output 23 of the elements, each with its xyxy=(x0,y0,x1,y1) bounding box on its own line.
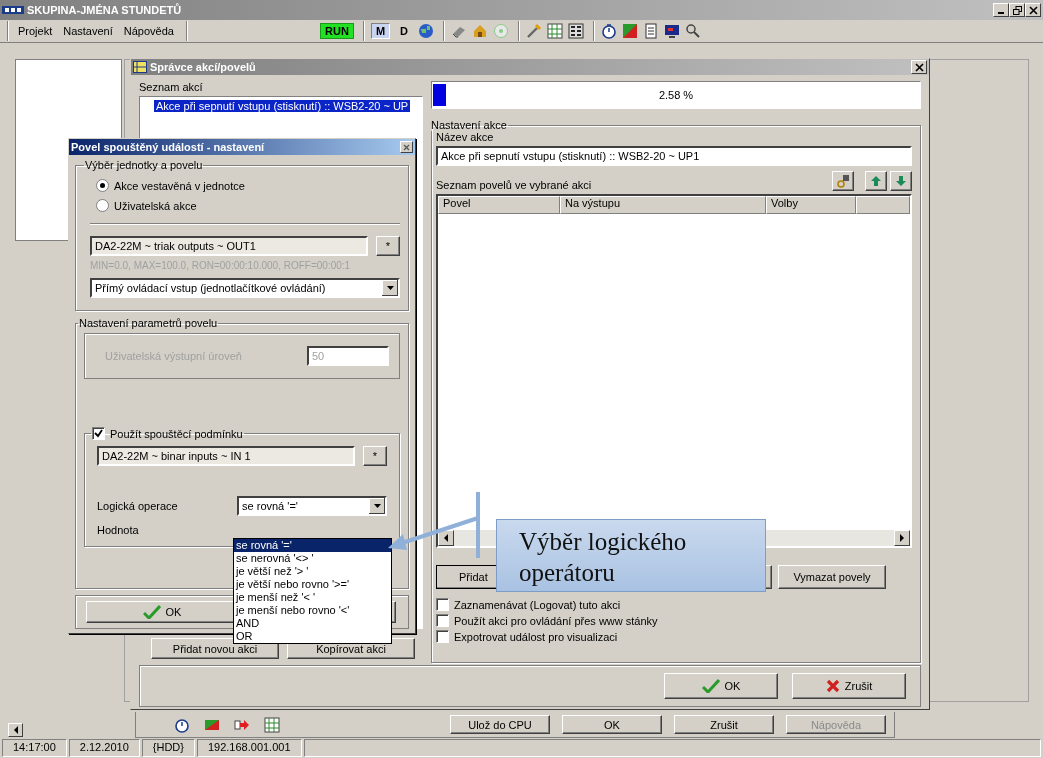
name-label: Název akce xyxy=(436,131,495,143)
manager-title: Správce akcí/povelů xyxy=(150,61,256,73)
value-label: Hodnota xyxy=(97,524,140,536)
checkbox-label: Použít akci pro ovládání přes www stánky xyxy=(454,614,658,627)
group-label: Nastavení akce xyxy=(430,119,508,131)
checkbox-label: Expotrovat událost pro visualizaci xyxy=(454,630,618,643)
status-cell: 192.168.001.001 xyxy=(196,739,302,757)
dialog-title: Povel spouštěný událostí - nastavení xyxy=(71,141,265,153)
radio-label: Akce vestavěná v jednotce xyxy=(114,179,245,192)
actions-label: Seznam akcí xyxy=(139,81,204,93)
checkbox-label: Použít spouštěcí podmínku xyxy=(110,427,243,440)
group-label: Výběr jednotky a povelu xyxy=(84,159,204,171)
status-cell: 2.12.2010 xyxy=(68,739,140,757)
window-title: SKUPINA-JMÉNA STUNDETŮ xyxy=(27,4,182,16)
group-label: Nastavení parametrů povelu xyxy=(78,317,219,329)
status-cell: 14:17:00 xyxy=(2,739,67,757)
logic-label: Logická operace xyxy=(97,500,179,512)
progress-reading: 2.58 % xyxy=(658,89,694,101)
status-cell: {HDD} xyxy=(141,739,195,757)
callout-tooltip: Výběr logického operátoru xyxy=(496,519,766,592)
commands-label: Seznam povelů ve vybrané akci xyxy=(436,179,593,191)
checkbox-label: Zaznamenávat (Logovat) tuto akci xyxy=(454,598,621,611)
radio-label: Uživatelská akce xyxy=(114,199,197,212)
